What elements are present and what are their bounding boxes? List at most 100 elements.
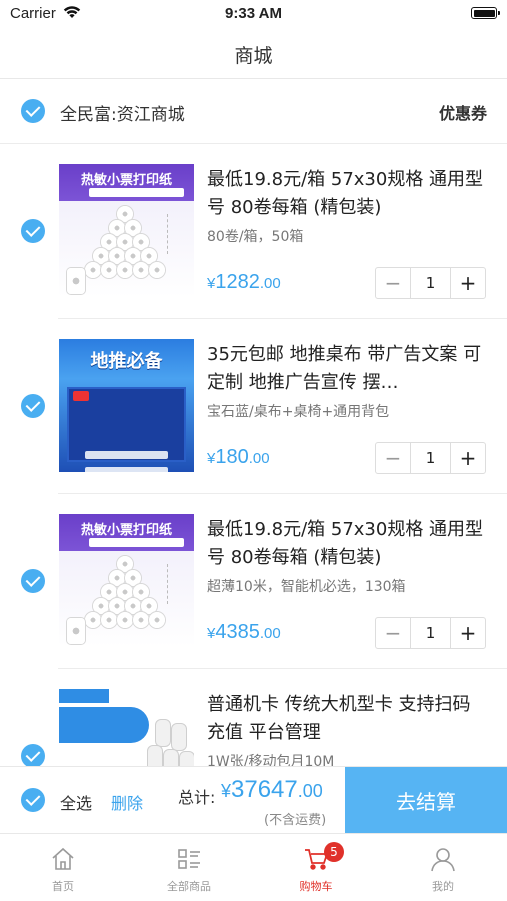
price-decimal: .00 <box>248 450 270 467</box>
cart-count-badge: 5 <box>324 842 344 862</box>
price-decimal: .00 <box>259 275 281 292</box>
image-subtitle-bar <box>89 538 184 547</box>
thermal-paper-image[interactable]: 热敏小票打印纸 <box>59 164 194 297</box>
increase-quantity-button[interactable]: + <box>450 268 485 298</box>
page-title: 商城 <box>234 45 273 67</box>
item-select-checkbox[interactable] <box>21 219 45 243</box>
paper-roll <box>85 612 101 628</box>
battery-icon <box>471 7 500 19</box>
total-price: ¥37647.00 <box>221 776 323 804</box>
paper-roll <box>117 262 133 278</box>
category-list-icon <box>176 846 202 872</box>
total-decimal: .00 <box>297 781 323 801</box>
price-integer: 1282 <box>215 271 260 293</box>
image-banner <box>59 707 149 743</box>
tab-label: 我的 <box>432 880 454 893</box>
quantity-value[interactable]: 1 <box>411 268 450 298</box>
product-title[interactable]: 普通机卡 传统大机型卡 支持扫码充值 平台管理 <box>207 691 487 747</box>
image-heading: 地推必备 <box>90 351 163 372</box>
user-icon <box>430 846 456 872</box>
paper-roll <box>163 749 179 766</box>
product-title[interactable]: 最低19.8元/箱 57x30规格 通用型号 80卷每箱 (精包装) <box>207 166 487 222</box>
card-graphic <box>73 391 89 401</box>
product-spec: 宝石蓝/桌布+桌椅+通用背包 <box>207 404 390 420</box>
paper-roll <box>149 612 165 628</box>
checkout-button[interactable]: 去结算 <box>345 767 507 834</box>
image-decoration <box>167 214 190 254</box>
paper-roll <box>67 268 85 294</box>
item-select-checkbox[interactable] <box>21 394 45 418</box>
shop-header: 全民富:资江商城 优惠券 <box>0 79 507 144</box>
product-spec: 1W张/移动包月10M <box>207 754 335 766</box>
product-price: ¥180.00 <box>207 446 270 469</box>
cart-item-list[interactable]: 热敏小票打印纸 最低19.8元/箱 57x30规格 通用型号 80卷每箱 (精包… <box>0 144 507 766</box>
status-time: 9:33 AM <box>225 5 282 22</box>
thermal-paper-image[interactable]: 热敏小票打印纸 <box>59 514 194 647</box>
increase-quantity-button[interactable]: + <box>450 618 485 648</box>
nav-bar: 商城 <box>0 28 507 79</box>
total-integer: 37647 <box>231 776 298 803</box>
tab-label: 首页 <box>52 880 74 893</box>
total-label: 总计: <box>178 788 216 807</box>
cart-item: 热敏小票打印纸 最低19.8元/箱 57x30规格 通用型号 80卷每箱 (精包… <box>0 494 507 669</box>
shipping-note: (不含运费) <box>264 813 327 828</box>
home-icon <box>50 846 76 872</box>
product-price: ¥1282.00 <box>207 271 281 294</box>
paper-roll <box>101 612 117 628</box>
product-price: ¥4385.00 <box>207 621 281 644</box>
cart-item: 普通机卡 传统大机型卡 支持扫码充值 平台管理 1W张/移动包月10M <box>0 669 507 766</box>
delete-button[interactable]: 删除 <box>111 790 143 814</box>
tab-bar: 首页 全部商品 5 购物车 我的 <box>0 833 507 901</box>
paper-roll <box>85 262 101 278</box>
paper-roll <box>179 751 194 766</box>
shop-name[interactable]: 全民富:资江商城 <box>60 100 185 125</box>
tab-label: 全部商品 <box>167 880 211 893</box>
image-text-line <box>85 467 168 472</box>
price-integer: 180 <box>215 446 249 468</box>
decrease-quantity-button[interactable]: − <box>376 618 411 648</box>
coupon-button[interactable]: 优惠券 <box>439 100 487 124</box>
tab-profile[interactable]: 我的 <box>380 834 506 901</box>
image-subtitle-bar <box>89 188 184 197</box>
product-title[interactable]: 最低19.8元/箱 57x30规格 通用型号 80卷每箱 (精包装) <box>207 516 487 572</box>
paper-roll <box>117 612 133 628</box>
paper-roll <box>149 262 165 278</box>
image-text-line <box>85 451 168 459</box>
paper-roll <box>155 719 171 747</box>
paper-roll <box>133 612 149 628</box>
cart-item: 热敏小票打印纸 最低19.8元/箱 57x30规格 通用型号 80卷每箱 (精包… <box>0 144 507 319</box>
paper-roll <box>67 618 85 644</box>
tab-cart[interactable]: 5 购物车 <box>253 834 379 901</box>
product-title[interactable]: 35元包邮 地推桌布 带广告文案 可定制 地推广告宣传 摆… <box>207 341 487 397</box>
checkout-bar: 全选 删除 总计: ¥37647.00 (不含运费) 去结算 <box>0 766 507 834</box>
sim-card-image[interactable] <box>59 689 194 766</box>
total-currency: ¥ <box>221 781 232 801</box>
decrease-quantity-button[interactable]: − <box>376 443 411 473</box>
shop-select-checkbox[interactable] <box>21 99 45 123</box>
paper-roll <box>101 262 117 278</box>
tab-all-products[interactable]: 全部商品 <box>126 834 252 901</box>
image-decoration <box>167 564 190 604</box>
tab-label: 购物车 <box>299 880 333 893</box>
quantity-value[interactable]: 1 <box>411 618 450 648</box>
price-integer: 4385 <box>215 621 260 643</box>
quantity-stepper: − 1 + <box>375 267 486 299</box>
paper-roll <box>133 262 149 278</box>
quantity-stepper: − 1 + <box>375 617 486 649</box>
tab-home[interactable]: 首页 <box>0 834 126 901</box>
status-bar: Carrier 9:33 AM <box>0 0 507 28</box>
decrease-quantity-button[interactable]: − <box>376 268 411 298</box>
paper-roll <box>147 745 163 766</box>
paper-roll <box>171 723 187 751</box>
select-all-checkbox[interactable] <box>21 788 45 812</box>
item-select-checkbox[interactable] <box>21 744 45 766</box>
product-spec: 超薄10米，智能机必选，130箱 <box>207 579 406 595</box>
select-all-label[interactable]: 全选 <box>60 790 92 814</box>
increase-quantity-button[interactable]: + <box>450 443 485 473</box>
quantity-stepper: − 1 + <box>375 442 486 474</box>
promo-tablecloth-image[interactable]: 地推必备 <box>59 339 194 472</box>
product-spec: 80卷/箱，50箱 <box>207 229 304 245</box>
price-decimal: .00 <box>259 625 281 642</box>
item-select-checkbox[interactable] <box>21 569 45 593</box>
quantity-value[interactable]: 1 <box>411 443 450 473</box>
